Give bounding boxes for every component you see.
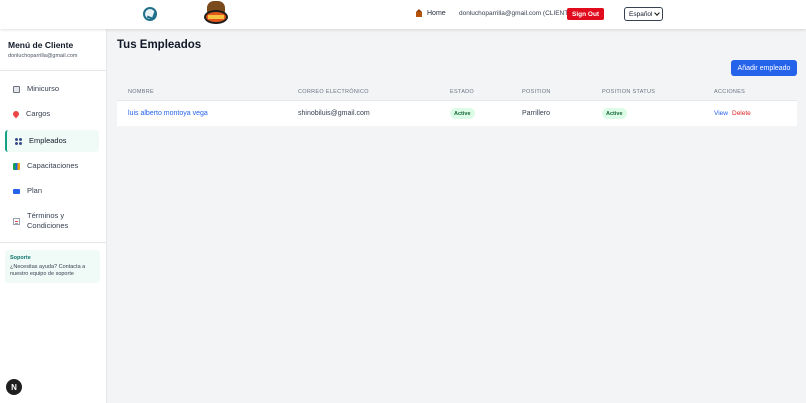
sidebar-divider bbox=[0, 242, 106, 243]
sidebar-divider bbox=[0, 70, 106, 71]
home-icon bbox=[416, 9, 423, 17]
employee-name-link[interactable]: luis alberto montoya vega bbox=[128, 110, 208, 117]
books-icon bbox=[13, 162, 20, 170]
dev-tools-badge[interactable]: N bbox=[6, 379, 22, 395]
page-title: Tus Empleados bbox=[117, 39, 202, 51]
language-selected-value: Español bbox=[629, 10, 653, 18]
restaurant-logo-icon[interactable] bbox=[204, 1, 228, 26]
dev-badge-letter: N bbox=[11, 382, 17, 392]
pin-icon bbox=[11, 109, 21, 119]
credit-card-icon bbox=[13, 188, 20, 194]
sidebar-item-empleados[interactable]: Empleados bbox=[5, 130, 99, 152]
sidebar-item-terminos[interactable]: Términos y Condiciones bbox=[5, 207, 99, 235]
column-header-position-status: POSITION STATUS bbox=[602, 89, 656, 95]
home-link[interactable]: Home bbox=[416, 9, 446, 17]
sidebar-item-label: Capacitaciones bbox=[27, 161, 79, 170]
table-header: NOMBRE CORREO ELECTRÓNICO ESTADO POSITIO… bbox=[117, 86, 797, 99]
add-employee-button[interactable]: Añadir empleado bbox=[731, 60, 797, 76]
brand-logo-icon[interactable] bbox=[143, 7, 157, 21]
sidebar: Menú de Cliente donluchoparrilla@gmail.c… bbox=[0, 29, 107, 403]
position-status-badge: Active bbox=[602, 108, 627, 119]
sidebar-item-label: Cargos bbox=[26, 109, 51, 118]
home-label: Home bbox=[427, 10, 446, 17]
status-badge: Active bbox=[450, 108, 475, 119]
document-icon bbox=[13, 217, 20, 225]
support-text: ¿Necesitas ayuda? Contacta a nuestro equ… bbox=[10, 264, 86, 277]
column-header-position: POSITION bbox=[522, 89, 551, 95]
language-select[interactable]: Español bbox=[624, 7, 663, 21]
sidebar-item-label: Términos y Condiciones bbox=[27, 211, 69, 230]
book-icon bbox=[13, 85, 20, 93]
sign-out-button[interactable]: Sign Out bbox=[567, 8, 605, 20]
sidebar-item-cargos[interactable]: Cargos bbox=[5, 104, 99, 124]
chevron-down-icon bbox=[654, 10, 660, 16]
sidebar-item-label: Plan bbox=[27, 186, 43, 195]
delete-button[interactable]: Delete bbox=[732, 110, 751, 117]
sidebar-item-minicurso[interactable]: Minicurso bbox=[5, 79, 99, 99]
sidebar-item-label: Minicurso bbox=[27, 84, 60, 93]
support-box: Soporte ¿Necesitas ayuda? Contacta a nue… bbox=[5, 250, 100, 283]
sidebar-title: Menú de Cliente bbox=[8, 40, 74, 50]
table-row: luis alberto montoya vega shinobiluis@gm… bbox=[117, 100, 797, 126]
employee-position: Parrillero bbox=[522, 110, 551, 117]
sidebar-item-label: Empleados bbox=[29, 136, 67, 145]
sidebar-item-plan[interactable]: Plan bbox=[5, 181, 99, 201]
users-icon bbox=[15, 137, 22, 145]
column-header-actions: ACCIONES bbox=[714, 89, 746, 95]
top-navbar: Home donluchoparrilla@gmail.com (CLIENT)… bbox=[0, 0, 806, 29]
column-header-status: ESTADO bbox=[450, 89, 475, 95]
sidebar-item-capacitaciones[interactable]: Capacitaciones bbox=[5, 156, 99, 176]
column-header-name: NOMBRE bbox=[128, 89, 154, 95]
sidebar-email: donluchoparrilla@gmail.com bbox=[8, 53, 78, 59]
employee-email: shinobiluis@gmail.com bbox=[298, 110, 370, 117]
user-email: donluchoparrilla@gmail.com (CLIENT) bbox=[459, 10, 571, 17]
view-button[interactable]: View bbox=[714, 110, 728, 117]
support-title: Soporte bbox=[10, 255, 31, 261]
column-header-email: CORREO ELECTRÓNICO bbox=[298, 89, 369, 95]
